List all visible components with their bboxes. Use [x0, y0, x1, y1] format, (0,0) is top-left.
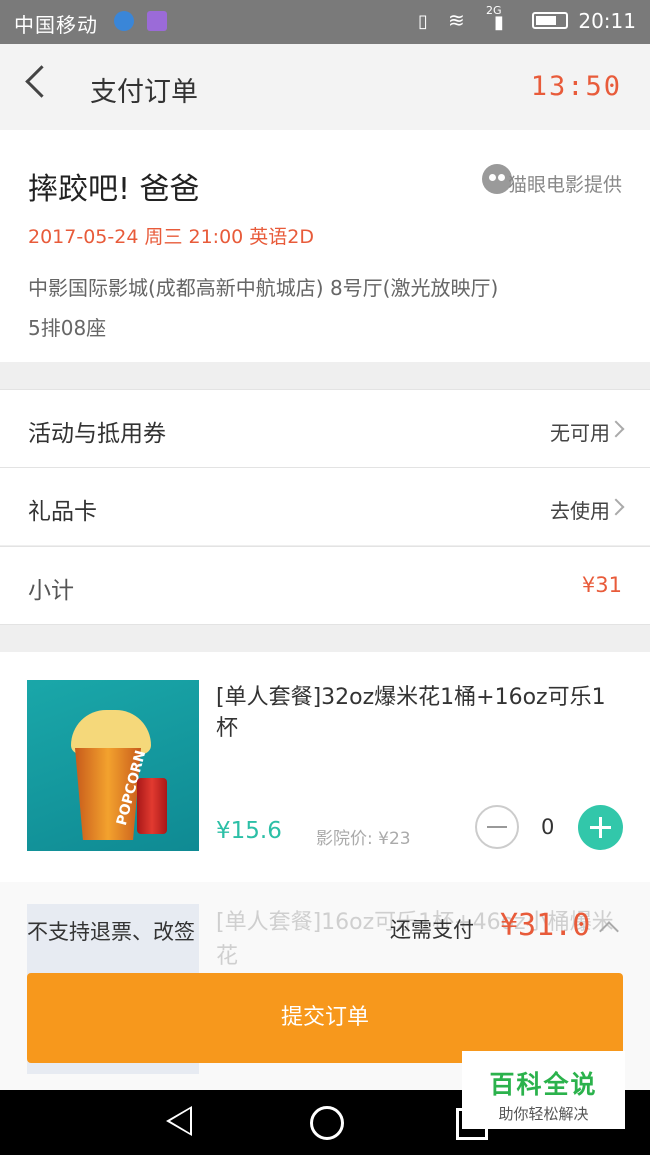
watermark-subtitle: 助你轻松解决: [498, 1105, 589, 1123]
provider-label: 猫眼电影提供: [507, 174, 622, 196]
coupon-label: 活动与抵用券: [28, 421, 166, 447]
carrier-label: 中国移动: [14, 13, 98, 37]
snack-price: ¥15.6: [216, 818, 282, 844]
payment-countdown: 13:50: [530, 71, 622, 102]
title-bar: 支付订单 13:50: [0, 44, 650, 130]
movie-title: 摔跤吧! 爸爸: [28, 172, 200, 207]
status-bar: 中国移动 ▯ ≋ 2G ▮ 20:11: [0, 0, 650, 44]
watermark-title: 百科全说: [489, 1070, 598, 1099]
no-refund-notice: 不支持退票、改签: [27, 920, 195, 944]
total-amount: ¥31.0: [500, 908, 591, 943]
chevron-right-icon: [607, 498, 625, 516]
cola-cup-graphic: [137, 778, 167, 834]
back-arrow-icon[interactable]: [25, 65, 58, 98]
battery-icon: [532, 12, 568, 29]
popcorn-graphic: [71, 710, 151, 754]
need-pay-label: 还需支付: [390, 918, 474, 942]
wifi-icon: ≋: [448, 8, 465, 32]
clock: 20:11: [578, 9, 636, 33]
increase-quantity-button[interactable]: [578, 805, 623, 850]
vibrate-icon: ▯: [418, 11, 428, 32]
gift-card-row[interactable]: 礼品卡 去使用: [0, 468, 650, 545]
gift-card-label: 礼品卡: [28, 499, 97, 525]
subtotal-label: 小计: [28, 578, 74, 604]
gallery-notification-icon: [147, 11, 167, 31]
signal-icon: ▮: [494, 12, 504, 33]
coupon-row[interactable]: 活动与抵用券 无可用: [0, 390, 650, 467]
decrease-quantity-button[interactable]: [475, 805, 519, 849]
app-notification-icon: [114, 11, 134, 31]
cinema-hall: 中影国际影城(成都高新中航城店) 8号厅(激光放映厅): [28, 276, 499, 300]
cinema-info: 中影国际影城(成都高新中航城店) 8号厅(激光放映厅) 5排08座: [28, 268, 628, 348]
nav-home-icon[interactable]: [310, 1106, 344, 1140]
submit-order-button[interactable]: 提交订单: [27, 973, 623, 1063]
chevron-right-icon: [607, 420, 625, 438]
gift-card-value: 去使用: [550, 499, 610, 523]
divider: [0, 624, 650, 625]
page-title: 支付订单: [90, 77, 198, 108]
snack-quantity: 0: [541, 815, 555, 839]
snack-name: [单人套餐]32oz爆米花1桶+16oz可乐1杯: [216, 685, 606, 741]
snack-item: POPCORN [单人套餐]32oz爆米花1桶+16oz可乐1杯 ¥15.6 影…: [0, 652, 650, 882]
movie-info-card: 摔跤吧! 爸爸 猫眼电影提供 2017-05-24 周三 21:00 英语2D …: [0, 130, 650, 362]
popcorn-combo-image: POPCORN: [27, 680, 199, 851]
seat-info: 5排08座: [28, 316, 107, 340]
nav-back-icon-inner: [170, 1109, 190, 1133]
coupon-value: 无可用: [550, 421, 610, 445]
snack-cinema-price: 影院价: ¥23: [316, 829, 411, 849]
watermark: 百科全说 助你轻松解决: [462, 1051, 625, 1129]
subtotal-row: 小计 ¥31: [0, 547, 650, 624]
subtotal-value: ¥31: [581, 573, 622, 597]
showtime: 2017-05-24 周三 21:00 英语2D: [28, 226, 315, 248]
